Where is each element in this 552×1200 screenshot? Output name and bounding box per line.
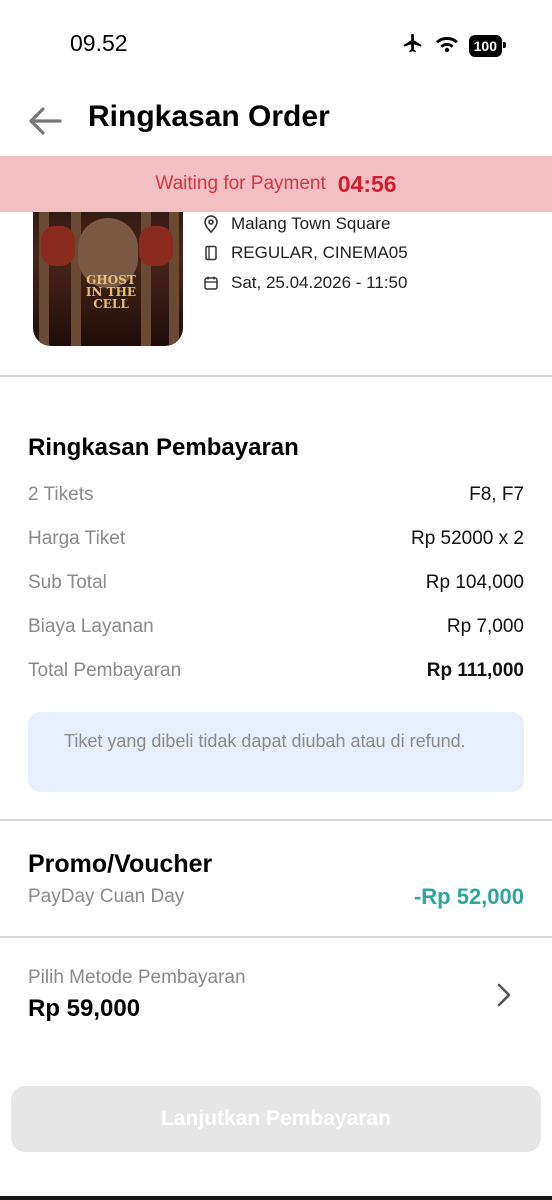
- status-bar: 09.52 100: [0, 0, 552, 90]
- calendar-icon: [203, 275, 219, 291]
- airplane-icon: [401, 32, 425, 59]
- studio-row: REGULAR, CINEMA05: [203, 243, 408, 263]
- summary-label: Harga Tiket: [28, 528, 126, 549]
- summary-label: Biaya Layanan: [28, 616, 154, 637]
- refund-notice: Tiket yang dibeli tidak dapat diubah ata…: [28, 712, 524, 792]
- location-row: Malang Town Square: [203, 214, 390, 234]
- payment-amount: Rp 59,000: [28, 995, 141, 1022]
- summary-row-total: Total Pembayaran Rp 111,000: [28, 660, 524, 682]
- cinema-location: Malang Town Square: [231, 214, 391, 233]
- header: Ringkasan Order: [0, 90, 552, 156]
- promo-discount: -Rp 52,000: [413, 884, 524, 909]
- location-pin-icon: [203, 215, 219, 233]
- summary-value: F8, F7: [469, 484, 524, 505]
- chevron-right-icon: [496, 982, 512, 1013]
- promo-name: PayDay Cuan Day: [28, 886, 185, 907]
- payment-method-selector[interactable]: Pilih Metode Pembayaran Rp 59,000: [28, 965, 524, 1035]
- datetime-row: Sat, 25.04.2026 - 11:50: [203, 273, 407, 293]
- summary-row-subtotal: Sub Total Rp 104,000: [28, 572, 524, 594]
- summary-row-tickets: 2 Tikets F8, F7: [28, 484, 524, 506]
- ticket-icon: [203, 245, 219, 261]
- summary-title: Ringkasan Pembayaran: [28, 434, 299, 461]
- summary-label: 2 Tikets: [28, 484, 94, 505]
- page-title: Ringkasan Order: [88, 100, 330, 133]
- show-datetime: Sat, 25.04.2026 - 11:50: [231, 273, 408, 292]
- payment-countdown-banner: Waiting for Payment 04:56: [0, 156, 552, 212]
- summary-value: Rp 7,000: [446, 616, 524, 637]
- movie-poster: GHOST IN THE CELL: [33, 196, 183, 346]
- payment-method-label: Pilih Metode Pembayaran: [28, 967, 246, 988]
- battery-indicator: 100: [468, 34, 507, 57]
- summary-label: Total Pembayaran: [28, 660, 182, 681]
- status-icons: 100: [401, 32, 507, 59]
- divider: [0, 819, 552, 821]
- waiting-payment-text: Waiting for Payment: [155, 173, 326, 194]
- divider: [0, 375, 552, 377]
- promo-title: Promo/Voucher: [28, 850, 213, 878]
- continue-payment-button[interactable]: Lanjutkan Pembayaran: [11, 1086, 541, 1152]
- wifi-icon: [435, 33, 459, 58]
- back-button[interactable]: [24, 102, 66, 144]
- total-payment-value: Rp 111,000: [426, 660, 524, 681]
- divider: [0, 936, 552, 938]
- refund-notice-text: Tiket yang dibeli tidak dapat diubah ata…: [64, 731, 466, 751]
- status-time: 09.52: [70, 30, 128, 56]
- summary-label: Sub Total: [28, 572, 107, 593]
- summary-row-service-fee: Biaya Layanan Rp 7,000: [28, 616, 524, 638]
- studio-type: REGULAR, CINEMA05: [231, 243, 408, 262]
- summary-row-ticket-price: Harga Tiket Rp 52000 x 2: [28, 528, 524, 550]
- arrow-left-icon: [27, 106, 63, 141]
- countdown-timer: 04:56: [337, 170, 397, 197]
- poster-title: GHOST IN THE CELL: [85, 273, 137, 311]
- summary-value: Rp 52000 x 2: [410, 528, 524, 549]
- summary-value: Rp 104,000: [425, 572, 524, 593]
- promo-voucher-row[interactable]: PayDay Cuan Day -Rp 52,000: [28, 884, 524, 910]
- bottom-edge: [0, 1196, 552, 1200]
